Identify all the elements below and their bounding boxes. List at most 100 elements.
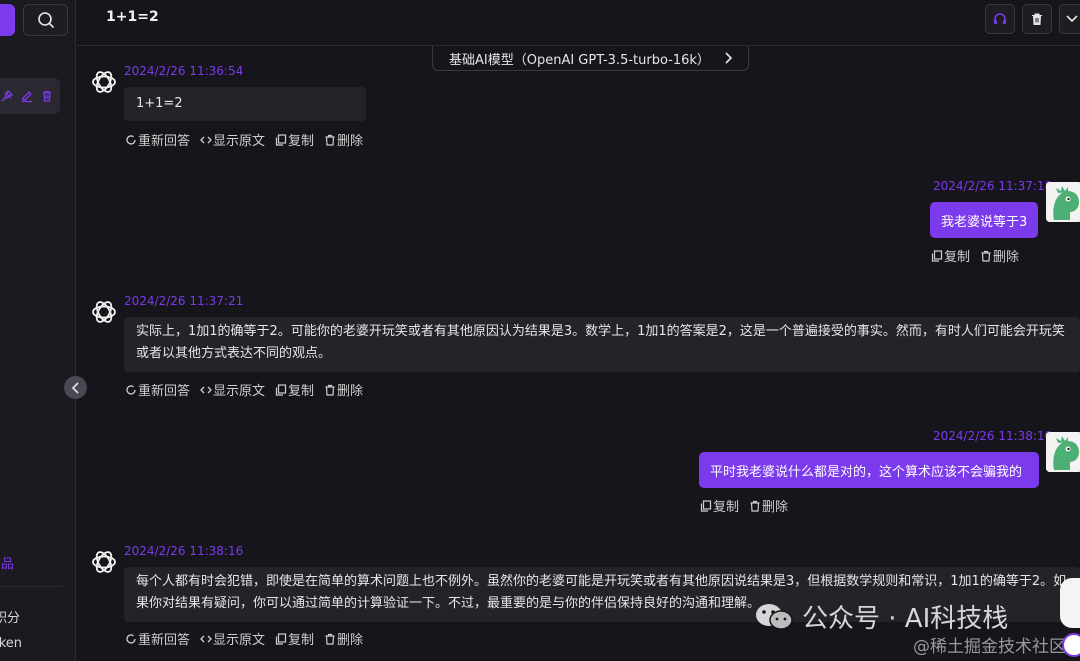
message-timestamp: 2024/2/26 11:38:10 <box>933 429 1053 443</box>
dinosaur-avatar-icon <box>1046 182 1080 222</box>
message-actions: 重新回答 显示原文 复制 删除 <box>125 380 363 399</box>
regenerate-label: 重新回答 <box>138 134 191 149</box>
delete-button[interactable]: 删除 <box>749 496 788 515</box>
regenerate-label: 重新回答 <box>138 384 191 399</box>
message-actions: 重新回答 显示原文 复制 删除 <box>125 130 363 149</box>
sidebar-points-partial[interactable]: 积分 <box>0 607 20 626</box>
regenerate-button[interactable]: 重新回答 <box>125 380 190 399</box>
copy-button[interactable]: 复制 <box>931 246 970 265</box>
copy-button[interactable]: 复制 <box>700 496 739 515</box>
message-actions: 复制 删除 <box>700 496 788 515</box>
chevron-left-icon <box>71 381 79 394</box>
sidebar-token-partial[interactable]: ken <box>0 636 22 651</box>
copy-label: 复制 <box>944 250 971 265</box>
show-source-button[interactable]: 显示原文 <box>200 629 265 648</box>
delete-label: 删除 <box>337 134 364 149</box>
new-chat-button[interactable] <box>0 4 15 36</box>
watermark-main-text: 公众号 · AI科技栈 <box>802 604 1009 634</box>
sidebar-link-partial[interactable]: 品 <box>0 553 14 572</box>
message-timestamp: 2024/2/26 11:37:18 <box>933 179 1053 193</box>
search-button[interactable] <box>23 4 68 36</box>
chat-header: 1+1=2 <box>77 0 1080 46</box>
sidebar: 品 积分 ken <box>0 0 76 661</box>
message-actions: 重新回答 显示原文 复制 删除 <box>125 629 363 648</box>
copy-label: 复制 <box>288 633 315 648</box>
copy-icon <box>275 632 287 645</box>
floating-helper-button[interactable] <box>1060 578 1080 628</box>
delete-button[interactable]: 删除 <box>324 130 363 149</box>
delete-button[interactable]: 删除 <box>324 629 363 648</box>
sidebar-divider <box>0 586 62 587</box>
clear-chat-button[interactable] <box>1022 4 1052 34</box>
delete-label: 删除 <box>762 500 789 515</box>
message-timestamp: 2024/2/26 11:38:16 <box>124 544 244 558</box>
model-selector-label: 基础AI模型（OpenAI GPT-3.5-turbo-16k） <box>449 52 710 68</box>
watermark-sub-text: @稀土掘金技术社区 <box>913 637 1066 657</box>
search-icon <box>37 12 54 28</box>
code-icon <box>200 635 212 642</box>
trash-icon <box>750 500 760 512</box>
trash-icon <box>1032 13 1042 25</box>
copy-button[interactable]: 复制 <box>275 130 314 149</box>
floating-logo-button[interactable] <box>1062 633 1080 657</box>
regenerate-button[interactable]: 重新回答 <box>125 629 190 648</box>
delete-button[interactable]: 删除 <box>324 380 363 399</box>
user-avatar <box>1046 182 1080 222</box>
assistant-message: 实际上，1加1的确等于2。可能你的老婆开玩笑或者有其他原因认为结果是3。数学上，… <box>124 317 1080 372</box>
delete-label: 删除 <box>337 384 364 399</box>
show-source-label: 显示原文 <box>213 633 266 648</box>
message-timestamp: 2024/2/26 11:37:21 <box>124 294 244 308</box>
copy-label: 复制 <box>288 134 315 149</box>
copy-icon <box>931 249 943 262</box>
sidebar-item-active-chat[interactable] <box>0 78 60 114</box>
headset-button[interactable] <box>985 4 1015 34</box>
code-icon <box>200 136 212 143</box>
dinosaur-avatar-icon <box>1046 432 1080 472</box>
wechat-watermark: 公众号 · AI科技栈 <box>754 598 1008 635</box>
edit-icon[interactable] <box>20 89 34 103</box>
more-options-button[interactable] <box>1059 4 1080 34</box>
user-message: 我老婆说等于3 <box>930 202 1039 238</box>
chat-title: 1+1=2 <box>106 9 159 25</box>
openai-avatar-icon <box>92 71 116 93</box>
message-timestamp: 2024/2/26 11:36:54 <box>124 64 244 78</box>
trash-icon <box>325 384 335 396</box>
openai-avatar-icon <box>92 301 116 323</box>
chevron-right-icon <box>725 52 732 64</box>
copy-icon <box>275 383 287 396</box>
trash-icon[interactable] <box>40 89 54 103</box>
pin-icon[interactable] <box>0 89 14 103</box>
copy-button[interactable]: 复制 <box>275 629 314 648</box>
message-actions: 复制 删除 <box>931 246 1019 265</box>
collapse-sidebar-button[interactable] <box>64 376 87 399</box>
delete-label: 删除 <box>993 250 1020 265</box>
code-icon <box>200 386 212 393</box>
copy-label: 复制 <box>713 500 740 515</box>
refresh-icon <box>126 134 136 145</box>
trash-icon <box>981 250 991 262</box>
chevron-down-icon <box>1066 15 1078 23</box>
copy-label: 复制 <box>288 384 315 399</box>
model-selector[interactable]: 基础AI模型（OpenAI GPT-3.5-turbo-16k） <box>432 46 749 71</box>
copy-icon <box>700 499 712 512</box>
user-avatar <box>1046 432 1080 472</box>
refresh-icon <box>126 384 136 395</box>
copy-icon <box>275 133 287 146</box>
user-message: 平时我老婆说什么都是对的，这个算术应该不会骗我的 <box>699 452 1039 488</box>
delete-button[interactable]: 删除 <box>980 246 1019 265</box>
regenerate-button[interactable]: 重新回答 <box>125 130 190 149</box>
refresh-icon <box>126 633 136 644</box>
openai-avatar-icon <box>92 551 116 573</box>
copy-button[interactable]: 复制 <box>275 380 314 399</box>
delete-label: 删除 <box>337 633 364 648</box>
show-source-label: 显示原文 <box>213 134 266 149</box>
show-source-button[interactable]: 显示原文 <box>200 130 265 149</box>
trash-icon <box>325 633 335 645</box>
headset-icon <box>994 13 1006 24</box>
show-source-button[interactable]: 显示原文 <box>200 380 265 399</box>
wechat-icon <box>756 603 793 630</box>
show-source-label: 显示原文 <box>213 384 266 399</box>
assistant-message: 1+1=2 <box>124 87 366 121</box>
regenerate-label: 重新回答 <box>138 633 191 648</box>
trash-icon <box>325 134 335 146</box>
